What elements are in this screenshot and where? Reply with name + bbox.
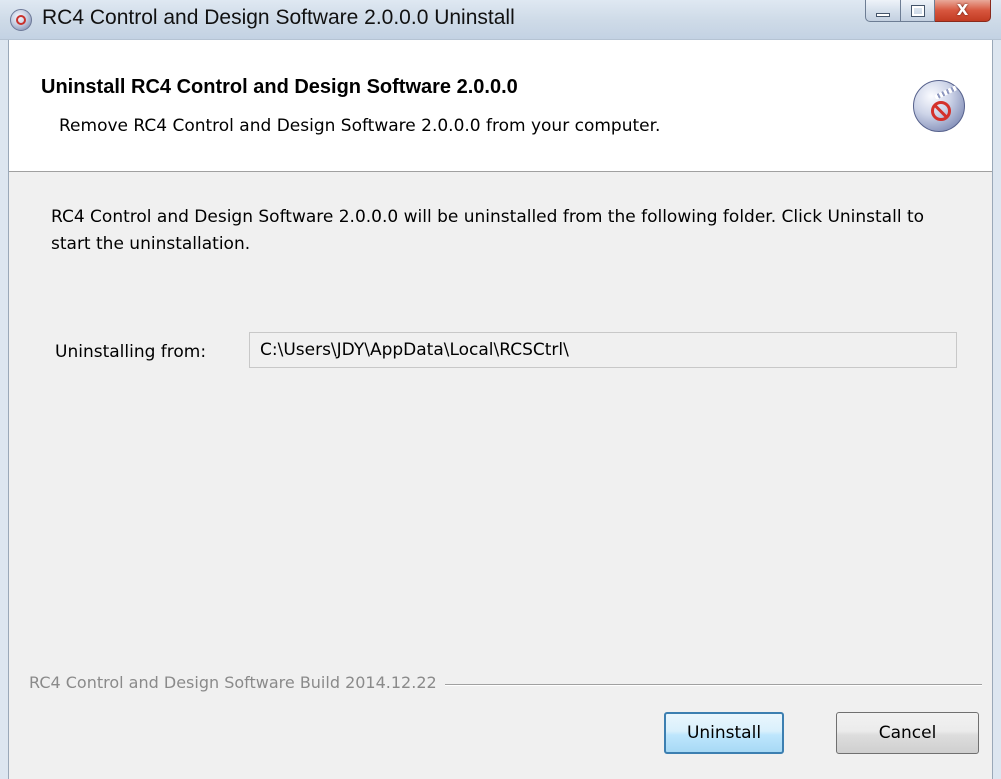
uninstall-window: RC4 Control and Design Software 2.0.0.0 … — [0, 0, 1001, 779]
page-subtitle: Remove RC4 Control and Design Software 2… — [59, 116, 661, 136]
minimize-button[interactable] — [865, 0, 901, 22]
uninstall-path-field[interactable]: C:\Users\JDY\AppData\Local\RCSCtrl\ — [249, 332, 957, 368]
close-icon: X — [956, 1, 969, 19]
dialog-client-area: Uninstall RC4 Control and Design Softwar… — [8, 40, 993, 779]
uninstall-description: RC4 Control and Design Software 2.0.0.0 … — [51, 207, 925, 254]
app-icon[interactable] — [10, 9, 32, 31]
disc-stripe — [934, 85, 958, 100]
page-title: Uninstall RC4 Control and Design Softwar… — [41, 76, 518, 98]
branding-text: RC4 Control and Design Software Build 20… — [29, 673, 445, 692]
cancel-button[interactable]: Cancel — [836, 712, 979, 754]
uninstall-button[interactable]: Uninstall — [664, 712, 784, 754]
close-button[interactable]: X — [935, 0, 991, 22]
uninstall-disc-icon — [913, 80, 965, 132]
caption-buttons: X — [865, 0, 991, 22]
window-title: RC4 Control and Design Software 2.0.0.0 … — [42, 6, 515, 29]
maximize-icon — [910, 4, 925, 17]
minimize-icon — [876, 12, 890, 17]
title-bar[interactable]: RC4 Control and Design Software 2.0.0.0 … — [0, 0, 1001, 40]
uninstalling-from-label: Uninstalling from: — [55, 342, 207, 362]
maximize-button[interactable] — [901, 0, 935, 22]
header-band: Uninstall RC4 Control and Design Softwar… — [9, 40, 992, 172]
